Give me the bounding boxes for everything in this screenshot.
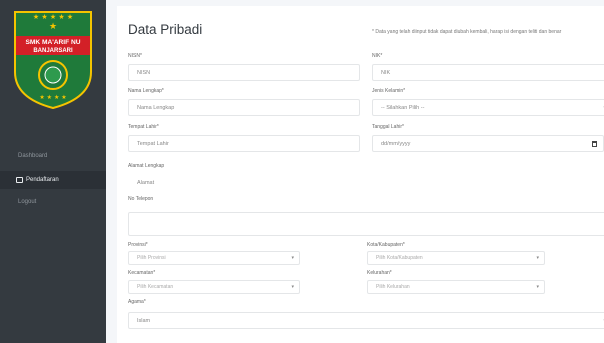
logo-line1: SMK MA'ARIF NU	[25, 39, 80, 46]
provinsi-select[interactable]: Pilih Provinsi ▾	[128, 251, 300, 265]
nik-label: NIK*	[372, 53, 383, 59]
alamat-input[interactable]: Alamat	[128, 174, 604, 191]
nama-label: Nama Lengkap*	[128, 88, 164, 94]
tempat-lahir-label: Tempat Lahir*	[128, 124, 159, 130]
jenis-kelamin-label: Jenis Kelamin*	[372, 88, 406, 94]
jenis-kelamin-value: -- Silahkan Pilih --	[381, 104, 425, 111]
nama-input[interactable]: Nama Lengkap	[128, 99, 360, 116]
agama-select[interactable]: Islam ▾	[128, 312, 604, 329]
telepon-input[interactable]	[128, 212, 604, 236]
kota-label: Kota/Kabupaten*	[367, 242, 405, 248]
page-title: Data Pribadi	[128, 22, 203, 37]
sidebar-item-logout[interactable]: Logout	[0, 193, 106, 211]
sidebar-item-label: Dashboard	[18, 153, 48, 159]
form-note: * Data yang telah diinput tidak dapat di…	[372, 29, 562, 35]
jenis-kelamin-select[interactable]: -- Silahkan Pilih -- ▾	[372, 99, 604, 116]
sidebar-item-dashboard[interactable]: Dashboard	[0, 147, 106, 165]
tanggal-lahir-label: Tanggal Lahir*	[372, 124, 404, 130]
kecamatan-select[interactable]: Pilih Kecamatan ▾	[128, 280, 300, 294]
kota-value: Pilih Kota/Kabupaten	[376, 255, 423, 261]
chevron-down-icon: ▾	[536, 255, 539, 261]
calendar-icon[interactable]	[592, 140, 597, 147]
agama-value: Islam	[137, 317, 151, 324]
kecamatan-label: Kecamatan*	[128, 270, 156, 276]
chevron-down-icon: ▾	[536, 284, 539, 290]
kecamatan-value: Pilih Kecamatan	[137, 284, 174, 290]
logo-line2: BANJARSARI	[33, 48, 73, 54]
svg-text:★ ★ ★ ★: ★ ★ ★ ★	[39, 94, 66, 101]
school-logo-emblem: ★ ★ ★ ★ ★ ★ SMK MA'ARIF NU BANJARSARI ★ …	[14, 11, 92, 110]
school-logo: ★ ★ ★ ★ ★ ★ SMK MA'ARIF NU BANJARSARI ★ …	[13, 10, 93, 110]
provinsi-label: Provinsi*	[128, 242, 148, 248]
sidebar-item-pendaftaran[interactable]: Pendaftaran	[0, 171, 106, 189]
kelurahan-value: Pilih Kelurahan	[376, 284, 410, 290]
sidebar: ★ ★ ★ ★ ★ ★ SMK MA'ARIF NU BANJARSARI ★ …	[0, 0, 106, 343]
tanggal-lahir-value: dd/mm/yyyy	[381, 140, 411, 147]
kelurahan-select[interactable]: Pilih Kelurahan ▾	[367, 280, 545, 294]
nisn-input[interactable]: NISN	[128, 64, 360, 81]
tempat-lahir-input[interactable]: Tempat Lahir	[128, 135, 360, 152]
svg-text:★ ★ ★ ★ ★: ★ ★ ★ ★ ★	[33, 13, 73, 21]
svg-text:★: ★	[49, 22, 57, 32]
main-content: Data Pribadi * Data yang telah diinput t…	[117, 6, 604, 343]
nisn-label: NISN*	[128, 53, 142, 59]
agama-label: Agama*	[128, 299, 146, 305]
alamat-label: Alamat Lengkap	[128, 163, 165, 169]
telepon-label: No Telepon	[128, 196, 154, 202]
chevron-down-icon: ▾	[291, 284, 294, 290]
kota-select[interactable]: Pilih Kota/Kabupaten ▾	[367, 251, 545, 265]
chevron-down-icon: ▾	[291, 255, 294, 261]
nik-input[interactable]: NIK	[372, 64, 604, 81]
sidebar-item-label: Logout	[18, 199, 37, 205]
tanggal-lahir-input[interactable]: dd/mm/yyyy	[372, 135, 604, 152]
form-icon	[16, 177, 23, 183]
kelurahan-label: Kelurahan*	[367, 270, 392, 276]
sidebar-item-label: Pendaftaran	[26, 177, 59, 183]
provinsi-value: Pilih Provinsi	[137, 255, 166, 261]
